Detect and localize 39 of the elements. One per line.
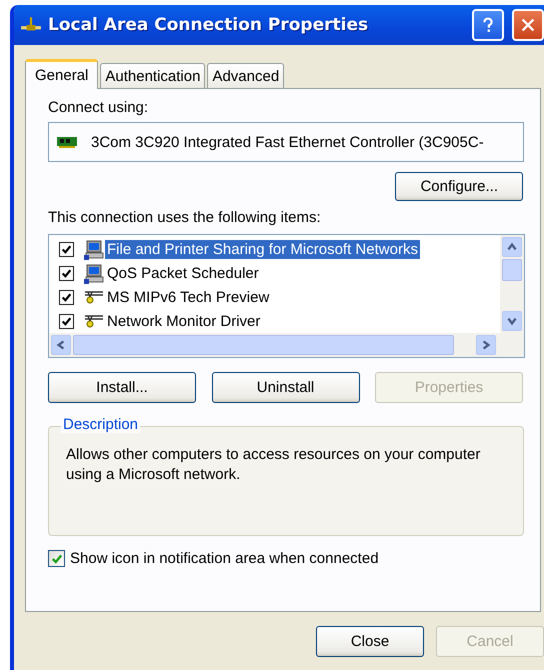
scroll-down-button[interactable] — [502, 311, 522, 331]
adapter-field: 3Com 3C920 Integrated Fast Ethernet Controller (3C905C- — [48, 122, 524, 162]
caret-up-icon — [506, 241, 518, 253]
checkbox[interactable] — [59, 290, 74, 305]
list-item[interactable]: QoS Packet Scheduler — [59, 262, 261, 286]
computer-icon — [83, 238, 105, 261]
checkbox-label[interactable]: Show icon in notification area when connected — [70, 550, 379, 567]
checkbox[interactable] — [59, 266, 74, 282]
computer-icon — [83, 262, 105, 285]
group-title: Description — [61, 416, 140, 433]
list-item[interactable]: Network Monitor Driver — [59, 309, 262, 333]
scroll-right-button[interactable] — [476, 335, 496, 355]
tab[interactable]: Advanced — [207, 63, 284, 88]
checkbox[interactable] — [48, 550, 65, 567]
horizontal-scrollbar[interactable] — [49, 333, 524, 357]
tab[interactable]: Authentication — [100, 63, 206, 88]
list-item[interactable]: MS MIPv6 Tech Preview — [59, 286, 272, 310]
help-button[interactable] — [472, 9, 504, 41]
caret-left-icon — [55, 339, 67, 351]
configure-button[interactable]: Configure... — [395, 172, 523, 201]
caret-right-icon — [480, 339, 492, 351]
network-card-icon — [57, 136, 77, 148]
vertical-scrollbar[interactable] — [500, 235, 524, 333]
scroll-left-button[interactable] — [51, 335, 71, 355]
checkbox[interactable] — [59, 242, 74, 258]
list-action-button[interactable]: Uninstall — [212, 372, 360, 403]
list-action-button[interactable]: Install... — [48, 372, 196, 403]
description-text: Allows other computers to access resources on your computer using a Microsoft network. — [66, 445, 482, 485]
tab[interactable]: General — [25, 59, 98, 89]
dialog-button[interactable]: Close — [316, 626, 424, 657]
items-label: This connection uses the following items: — [48, 209, 321, 226]
scroll-up-button[interactable] — [502, 237, 522, 257]
checkbox[interactable] — [59, 314, 74, 329]
scroll-thumb[interactable] — [502, 259, 522, 281]
window-title: Local Area Connection Properties — [48, 15, 370, 35]
scroll-thumb[interactable] — [73, 335, 454, 355]
caret-down-icon — [506, 315, 518, 327]
close-button[interactable] — [512, 9, 544, 41]
connect-using-label: Connect using: — [48, 99, 148, 116]
